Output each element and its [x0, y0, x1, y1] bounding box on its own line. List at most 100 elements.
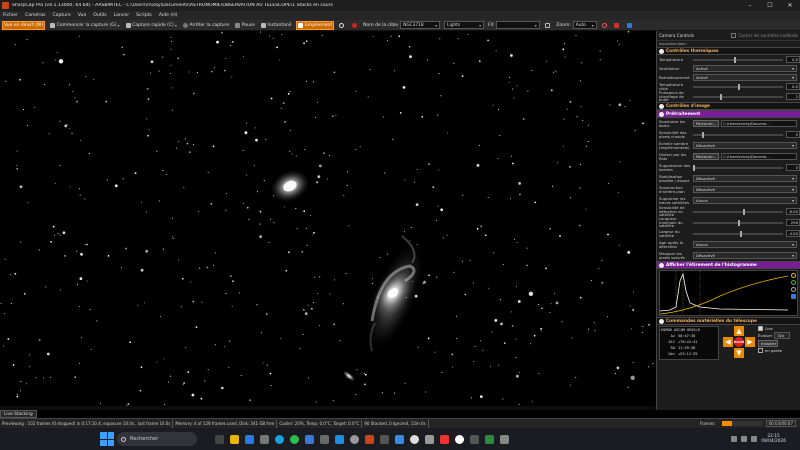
satellite-length-slider[interactable] — [693, 219, 783, 226]
mail-icon[interactable] — [245, 434, 254, 444]
edge-icon[interactable] — [275, 434, 284, 444]
banding-slider[interactable] — [693, 164, 783, 171]
slider-knob[interactable] — [738, 83, 740, 90]
stabilization-dropdown[interactable]: Désactivé ▾ — [693, 175, 797, 182]
app-icon[interactable] — [380, 434, 389, 444]
auto-stretch-icon[interactable] — [791, 273, 796, 278]
target-name-select[interactable]: NGC3718 ▾ — [400, 21, 441, 29]
browse-flats-button[interactable]: Parcourir... — [693, 153, 720, 160]
satellite-trails-dropdown[interactable]: Aucun ▾ — [693, 197, 797, 204]
section-thermal[interactable]: Contrôles thermiques — [657, 47, 800, 55]
app-icon[interactable] — [410, 434, 419, 444]
hide-unused-checkbox[interactable] — [731, 33, 737, 38]
background-dropdown[interactable]: Désactivé ▾ — [693, 186, 797, 193]
grid-overlay-button[interactable] — [544, 21, 553, 30]
satellite-width-slider[interactable] — [693, 230, 783, 237]
sharpcap-taskbar-icon[interactable] — [365, 434, 374, 444]
close-button[interactable]: ✕ — [780, 0, 800, 11]
quick-capture-button[interactable]: Capture rapide (C) ▾ — [125, 21, 178, 30]
task-view-icon[interactable] — [215, 434, 224, 444]
slew-left-button[interactable]: ◀ — [723, 337, 733, 347]
taskbar-clock[interactable]: 22:15 09/04/2026 — [761, 434, 786, 444]
windows-start-icon[interactable] — [100, 432, 114, 446]
slew-down-button[interactable]: ▼ — [734, 348, 744, 358]
live-stacking-tab[interactable]: Live Stacking — [0, 410, 37, 418]
reticle-button[interactable] — [338, 21, 347, 30]
histogram-display[interactable] — [659, 270, 798, 316]
flats-path-field[interactable]: C:\Users\micky\Docume... — [721, 153, 797, 160]
park-checkbox[interactable] — [758, 348, 763, 353]
chevron-down-icon[interactable]: ▾ — [118, 23, 120, 28]
word-icon[interactable] — [305, 434, 314, 444]
dark-scale-dropdown[interactable]: Désactivé ▾ — [693, 142, 797, 149]
slider-knob[interactable] — [738, 219, 740, 226]
cooling-dropdown[interactable]: Activé ▾ — [693, 74, 797, 81]
menu-aide[interactable]: Aide (H) — [159, 13, 178, 18]
chevron-down-icon[interactable]: ▾ — [175, 23, 177, 28]
settings-icon[interactable] — [320, 434, 329, 444]
stop-capture-button[interactable]: Arrêter la capture — [182, 21, 230, 30]
store-icon[interactable] — [260, 434, 269, 444]
tray-chevron-icon[interactable] — [731, 436, 738, 442]
menu-capture[interactable]: Capture — [52, 13, 70, 18]
app-icon[interactable] — [440, 434, 449, 444]
mask-saturated-dropdown[interactable]: Désactivé ▾ — [693, 252, 797, 259]
menu-fichier[interactable]: Fichier — [3, 13, 18, 18]
save-icon[interactable] — [791, 294, 796, 299]
app-icon[interactable] — [455, 434, 464, 444]
slider-knob[interactable] — [720, 93, 722, 100]
tool-button[interactable] — [613, 21, 622, 30]
taskbar-search-box[interactable]: Rechercher — [117, 432, 197, 446]
camera-app-icon[interactable] — [350, 434, 359, 444]
file-explorer-icon[interactable] — [230, 434, 239, 444]
reset-stretch-icon[interactable] — [791, 280, 796, 285]
dew-heater-slider[interactable] — [693, 93, 783, 100]
fx-select[interactable]: ▾ — [495, 21, 540, 29]
temperature-slider[interactable] — [693, 56, 783, 63]
app-icon[interactable] — [470, 434, 479, 444]
hot-pixel-slider[interactable] — [693, 131, 783, 138]
camera-image-viewport[interactable] — [0, 31, 655, 406]
app-icon[interactable] — [395, 434, 404, 444]
browser-icon[interactable] — [335, 434, 344, 444]
halt-button[interactable]: HALTE — [734, 337, 744, 347]
menu-outils[interactable]: Outils — [93, 13, 106, 18]
network-icon[interactable] — [741, 436, 748, 442]
slider-knob[interactable] — [702, 131, 704, 138]
whatsapp-icon[interactable] — [290, 434, 299, 444]
maximize-button[interactable]: ☐ — [760, 0, 780, 11]
target-temp-slider[interactable] — [693, 83, 783, 90]
snapshot-button[interactable]: Instantané — [260, 21, 293, 30]
slider-knob[interactable] — [742, 208, 745, 215]
menu-lancer[interactable]: Lancer — [114, 13, 130, 18]
install-button[interactable]: Installer — [758, 340, 778, 347]
slider-knob[interactable] — [733, 56, 736, 63]
pause-button[interactable]: Pause — [234, 21, 256, 30]
start-capture-button[interactable]: Commencer la capture (G) ▾ — [49, 21, 120, 30]
highlight-button[interactable] — [626, 21, 635, 30]
frame-type-select[interactable]: Lights ▾ — [444, 21, 485, 29]
action-after-detection-dropdown[interactable]: Aucun ▾ — [693, 241, 797, 248]
menu-scripts[interactable]: Scripts — [136, 13, 152, 18]
slew-up-button[interactable]: ▲ — [734, 326, 744, 336]
darks-path-field[interactable]: C:\Users\micky\Docume... — [721, 120, 797, 127]
slider-knob[interactable] — [739, 230, 742, 237]
menu-vue[interactable]: Vue — [78, 13, 87, 18]
live-view-button[interactable]: Vue en direct (W) — [2, 20, 46, 30]
stacking-button[interactable]: Empilement — [296, 20, 335, 30]
slider-knob[interactable] — [693, 164, 695, 171]
section-image[interactable]: Contrôles d'image — [657, 102, 800, 110]
crosshair-button[interactable] — [601, 21, 610, 30]
settings-icon[interactable] — [791, 287, 796, 292]
zoom-select[interactable]: Auto ▾ — [572, 21, 597, 29]
slew-right-button[interactable]: ▶ — [745, 337, 755, 347]
live-checkbox[interactable] — [758, 326, 763, 331]
menu-cameras[interactable]: Caméras — [25, 13, 45, 18]
volume-icon[interactable] — [751, 436, 758, 442]
app-icon[interactable] — [425, 434, 434, 444]
section-histogram[interactable]: Afficher l'étirement de l'histogramme — [657, 261, 800, 269]
fan-dropdown[interactable]: Activé ▾ — [693, 65, 797, 72]
app-icon[interactable] — [485, 434, 494, 444]
minimize-button[interactable]: – — [740, 0, 760, 11]
section-preprocessing[interactable]: Prétraitement — [657, 110, 800, 118]
